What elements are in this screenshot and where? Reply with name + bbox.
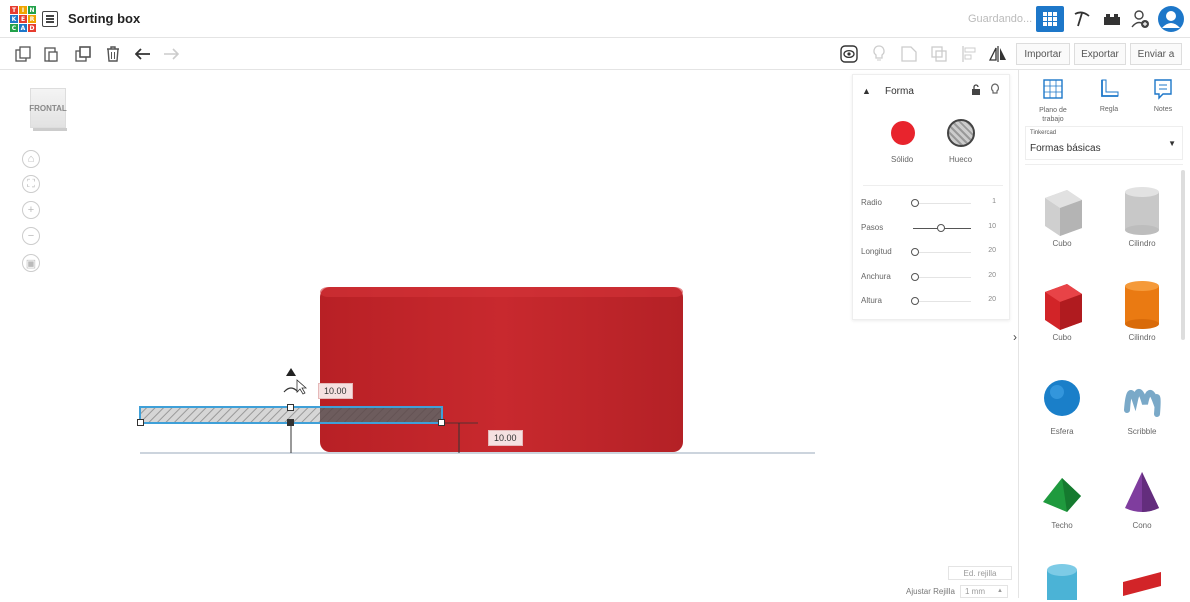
cone-icon xyxy=(1125,472,1159,512)
shape-panel-title: Forma xyxy=(885,86,914,97)
hole-button[interactable] xyxy=(947,119,975,147)
shape-item[interactable] xyxy=(1111,560,1173,602)
copy-icon[interactable] xyxy=(14,45,32,63)
pickaxe-icon xyxy=(1074,11,1090,27)
user-avatar[interactable] xyxy=(1156,4,1186,34)
param-radio[interactable]: Radio 1 xyxy=(861,198,1006,210)
rotate-handle xyxy=(283,387,299,393)
add-user-button[interactable] xyxy=(1126,6,1154,32)
scribble-icon xyxy=(1124,389,1161,417)
avatar-icon xyxy=(1158,6,1184,32)
ruler-icon xyxy=(1101,79,1119,97)
redo-icon[interactable] xyxy=(162,45,180,63)
shape-item[interactable]: Esfera xyxy=(1031,370,1093,436)
paste-icon[interactable] xyxy=(42,45,60,63)
roof-icon xyxy=(1043,478,1081,512)
dimension-input[interactable]: 10.00 xyxy=(318,383,353,399)
ungroup-icon[interactable] xyxy=(930,45,948,63)
sphere-icon xyxy=(1044,380,1080,416)
cube-hole-icon xyxy=(1045,190,1082,236)
3d-view-button[interactable] xyxy=(1036,6,1064,32)
solid-button[interactable] xyxy=(891,121,915,145)
chevron-down-icon: ▼ xyxy=(1168,139,1176,148)
resize-handle[interactable] xyxy=(438,419,445,426)
collapse-panel-icon[interactable]: › xyxy=(1013,330,1017,344)
blocks-button[interactable] xyxy=(1068,6,1096,32)
param-altura[interactable]: Altura 20 xyxy=(861,296,1006,308)
slider-knob[interactable] xyxy=(911,273,919,281)
show-all-icon[interactable] xyxy=(840,45,858,63)
hole-label: Hueco xyxy=(949,155,973,164)
lightbulb-icon[interactable] xyxy=(870,45,888,63)
send-to-button[interactable]: Enviar a xyxy=(1130,43,1182,65)
shape-item[interactable]: Cubo xyxy=(1031,182,1093,248)
snap-grid-select[interactable]: 1 mm ▲ xyxy=(960,585,1008,598)
param-longitud[interactable]: Longitud 20 xyxy=(861,247,1006,259)
design-title[interactable]: Sorting box xyxy=(68,11,140,26)
resize-handle[interactable] xyxy=(287,404,294,411)
tube-icon xyxy=(1047,564,1077,600)
param-pasos[interactable]: Pasos 10 xyxy=(861,223,1006,235)
brick-icon xyxy=(1104,14,1120,25)
resize-handle[interactable] xyxy=(137,419,144,426)
mouse-cursor xyxy=(296,379,308,395)
workplane-icon xyxy=(1043,79,1063,99)
lightbulb-icon[interactable] xyxy=(990,83,1000,96)
sidebar-scrollbar[interactable] xyxy=(1181,170,1185,340)
solid-label: Sólido xyxy=(891,155,914,164)
edit-toolbar: Importar Exportar Enviar a xyxy=(0,38,1190,70)
mirror-icon[interactable] xyxy=(988,45,1006,63)
undo-icon[interactable] xyxy=(134,45,152,63)
shape-item[interactable]: Cilindro xyxy=(1111,182,1173,248)
shape-item[interactable]: Techo xyxy=(1031,464,1093,530)
cylinder-hole-icon xyxy=(1125,187,1159,235)
ruler-tool[interactable]: Regla xyxy=(1085,78,1133,113)
param-anchura[interactable]: Anchura 20 xyxy=(861,272,1006,284)
snap-grid-label: Ajustar Rejilla xyxy=(906,587,955,596)
shape-item[interactable]: Scribble xyxy=(1111,370,1173,436)
import-button[interactable]: Importar xyxy=(1016,43,1070,65)
text-shape-icon xyxy=(1123,572,1161,596)
red-box-shape xyxy=(320,287,683,452)
shape-item[interactable]: Cilindro xyxy=(1111,276,1173,342)
shape-item[interactable]: Cono xyxy=(1111,464,1173,530)
dimension-input[interactable]: 10.00 xyxy=(488,430,523,446)
slider-knob[interactable] xyxy=(937,224,946,232)
slider-knob[interactable] xyxy=(911,199,919,207)
caret-up-icon: ▲ xyxy=(997,588,1003,594)
move-up-arrow xyxy=(286,368,296,376)
slider-knob[interactable] xyxy=(911,248,919,256)
cube-icon xyxy=(1045,284,1082,330)
divider xyxy=(863,185,1003,186)
shape-item[interactable]: Cubo xyxy=(1031,276,1093,342)
collapse-icon[interactable]: ▲ xyxy=(862,86,871,96)
align-icon[interactable] xyxy=(960,45,978,63)
shapes-sidebar: Plano de trabajo Regla Notes Tinkercad F… xyxy=(1018,70,1190,600)
shape-panel: ▲ Forma Sólido Hueco Radio 1 Pasos 10 Lo… xyxy=(852,74,1010,320)
trash-icon[interactable] xyxy=(104,45,122,63)
shape-item[interactable] xyxy=(1031,560,1093,602)
slider-knob[interactable] xyxy=(911,297,919,305)
top-bar: T I N K E R C A D Sorting box Guardando.… xyxy=(0,0,1190,38)
shape-category-select[interactable]: Tinkercad Formas básicas ▼ xyxy=(1025,126,1183,160)
note-icon xyxy=(1154,79,1172,100)
export-button[interactable]: Exportar xyxy=(1074,43,1126,65)
design-list-icon[interactable] xyxy=(42,11,58,27)
cylinder-icon xyxy=(1125,281,1159,329)
grid-icon xyxy=(1043,12,1057,26)
notes-tool[interactable]: Notes xyxy=(1139,78,1187,113)
lock-icon[interactable] xyxy=(971,84,981,96)
edit-grid-button[interactable]: Ed. rejilla xyxy=(948,566,1012,580)
group-icon[interactable] xyxy=(900,45,918,63)
saving-status: Guardando... xyxy=(968,13,1033,25)
tinkercad-logo[interactable]: T I N K E R C A D xyxy=(10,6,36,32)
duplicate-icon[interactable] xyxy=(74,45,92,63)
bricks-button[interactable] xyxy=(1098,6,1126,32)
add-user-icon xyxy=(1131,10,1149,28)
resize-handle[interactable] xyxy=(287,419,294,426)
workplane-tool[interactable]: Plano de trabajo xyxy=(1029,78,1077,124)
